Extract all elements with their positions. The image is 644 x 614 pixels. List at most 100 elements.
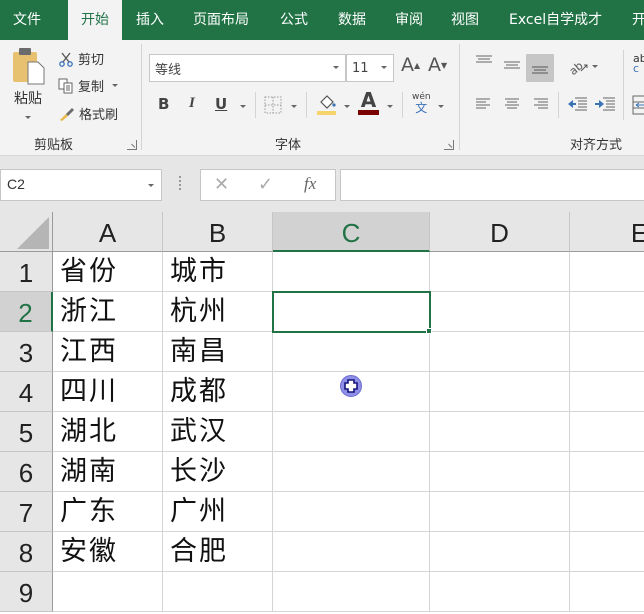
paste-button[interactable]: 粘贴 [8, 46, 48, 126]
column-header-b[interactable]: B [163, 212, 273, 252]
tab-review[interactable]: 审阅 [395, 0, 423, 40]
cancel-icon[interactable]: ✕ [214, 174, 229, 195]
cut-button[interactable]: 剪切 [58, 49, 104, 68]
cell-a8[interactable]: 安徽 [53, 532, 163, 572]
cell-c6[interactable] [273, 452, 430, 492]
enter-icon[interactable]: ✓ [258, 174, 273, 195]
tab-developer[interactable]: 开 [632, 0, 644, 40]
column-header-e[interactable]: E [570, 212, 644, 252]
cell-a3[interactable]: 江西 [53, 332, 163, 372]
font-color-dropdown-icon[interactable] [387, 105, 393, 108]
shrink-font-button[interactable]: A ▼ [428, 54, 447, 76]
cell-d4[interactable] [430, 372, 570, 412]
bold-button[interactable]: B [158, 95, 169, 113]
cell-b8[interactable]: 合肥 [163, 532, 273, 572]
row-header-9[interactable]: 9 [0, 572, 53, 612]
column-header-c[interactable]: C [273, 212, 430, 252]
underline-button[interactable]: U [215, 95, 227, 113]
decrease-indent-icon[interactable] [566, 96, 588, 112]
cell-c8[interactable] [273, 532, 430, 572]
cell-e7[interactable] [570, 492, 644, 532]
cell-c3[interactable] [273, 332, 430, 372]
name-box-dropdown-icon[interactable] [148, 184, 154, 187]
cell-a2[interactable]: 浙江 [53, 292, 163, 332]
copy-button[interactable]: 复制 [58, 76, 119, 95]
fill-handle[interactable] [426, 328, 432, 334]
cell-b4[interactable]: 成都 [163, 372, 273, 412]
cell-e6[interactable] [570, 452, 644, 492]
row-header-6[interactable]: 6 [0, 452, 53, 492]
increase-indent-icon[interactable] [594, 96, 616, 112]
cell-e4[interactable] [570, 372, 644, 412]
cell-b6[interactable]: 长沙 [163, 452, 273, 492]
formula-input[interactable] [340, 169, 644, 201]
grow-font-button[interactable]: A ▲ [401, 54, 420, 76]
merge-center-icon[interactable] [632, 95, 644, 115]
cell-b5[interactable]: 武汉 [163, 412, 273, 452]
fill-color-dropdown-icon[interactable] [344, 105, 350, 108]
phonetic-dropdown-icon[interactable] [438, 105, 444, 108]
tab-view[interactable]: 视图 [451, 0, 479, 40]
cell-a5[interactable]: 湖北 [53, 412, 163, 452]
tab-insert[interactable]: 插入 [136, 0, 164, 40]
cell-b2[interactable]: 杭州 [163, 292, 273, 332]
cell-d1[interactable] [430, 252, 570, 292]
row-header-1[interactable]: 1 [0, 252, 53, 292]
paste-dropdown-icon[interactable] [25, 116, 31, 119]
cell-d7[interactable] [430, 492, 570, 532]
wrap-text-button[interactable]: ab c [633, 53, 644, 74]
phonetic-guide-button[interactable]: wén 文 [412, 92, 431, 114]
underline-dropdown-icon[interactable] [240, 105, 246, 108]
font-dialog-launcher-icon[interactable] [444, 140, 454, 150]
cell-a4[interactable]: 四川 [53, 372, 163, 412]
cell-e3[interactable] [570, 332, 644, 372]
cell-c1[interactable] [273, 252, 430, 292]
cell-d3[interactable] [430, 332, 570, 372]
borders-dropdown-icon[interactable] [291, 105, 297, 108]
row-header-5[interactable]: 5 [0, 412, 53, 452]
tab-excel-self-study[interactable]: Excel自学成才 [509, 0, 602, 40]
font-color-button[interactable]: A [358, 90, 379, 115]
tab-home[interactable]: 开始 [68, 0, 122, 40]
insert-function-icon[interactable]: fx [304, 174, 316, 194]
align-center-icon[interactable] [502, 97, 522, 111]
column-header-d[interactable]: D [430, 212, 570, 252]
cell-e1[interactable] [570, 252, 644, 292]
cell-d2[interactable] [430, 292, 570, 332]
cell-c7[interactable] [273, 492, 430, 532]
column-header-a[interactable]: A [53, 212, 163, 252]
format-painter-button[interactable]: 格式刷 [58, 104, 118, 123]
cell-d8[interactable] [430, 532, 570, 572]
cell-c5[interactable] [273, 412, 430, 452]
cell-a7[interactable]: 广东 [53, 492, 163, 532]
cell-b7[interactable]: 广州 [163, 492, 273, 532]
font-size-select[interactable]: 11 [346, 54, 394, 82]
orientation-button[interactable]: ab [568, 56, 598, 76]
row-header-8[interactable]: 8 [0, 532, 53, 572]
align-right-icon[interactable] [530, 97, 550, 111]
font-name-select[interactable]: 等线 [149, 54, 346, 82]
cell-e5[interactable] [570, 412, 644, 452]
align-bottom-button[interactable] [526, 54, 554, 82]
cell-b3[interactable]: 南昌 [163, 332, 273, 372]
cell-d5[interactable] [430, 412, 570, 452]
cell-b9[interactable] [163, 572, 273, 612]
row-header-4[interactable]: 4 [0, 372, 53, 412]
cell-a1[interactable]: 省份 [53, 252, 163, 292]
align-middle-icon[interactable] [502, 58, 522, 72]
cell-d9[interactable] [430, 572, 570, 612]
fill-color-button[interactable] [316, 94, 338, 116]
cell-e2[interactable] [570, 292, 644, 332]
tab-page-layout[interactable]: 页面布局 [193, 0, 249, 40]
cell-a9[interactable] [53, 572, 163, 612]
cell-b1[interactable]: 城市 [163, 252, 273, 292]
cell-e8[interactable] [570, 532, 644, 572]
cell-a6[interactable]: 湖南 [53, 452, 163, 492]
row-header-2[interactable]: 2 [0, 292, 53, 332]
name-box[interactable]: C2 [0, 169, 162, 201]
tab-formulas[interactable]: 公式 [280, 0, 308, 40]
cell-d6[interactable] [430, 452, 570, 492]
cell-c2[interactable] [273, 292, 430, 332]
tab-data[interactable]: 数据 [338, 0, 366, 40]
cell-e9[interactable] [570, 572, 644, 612]
